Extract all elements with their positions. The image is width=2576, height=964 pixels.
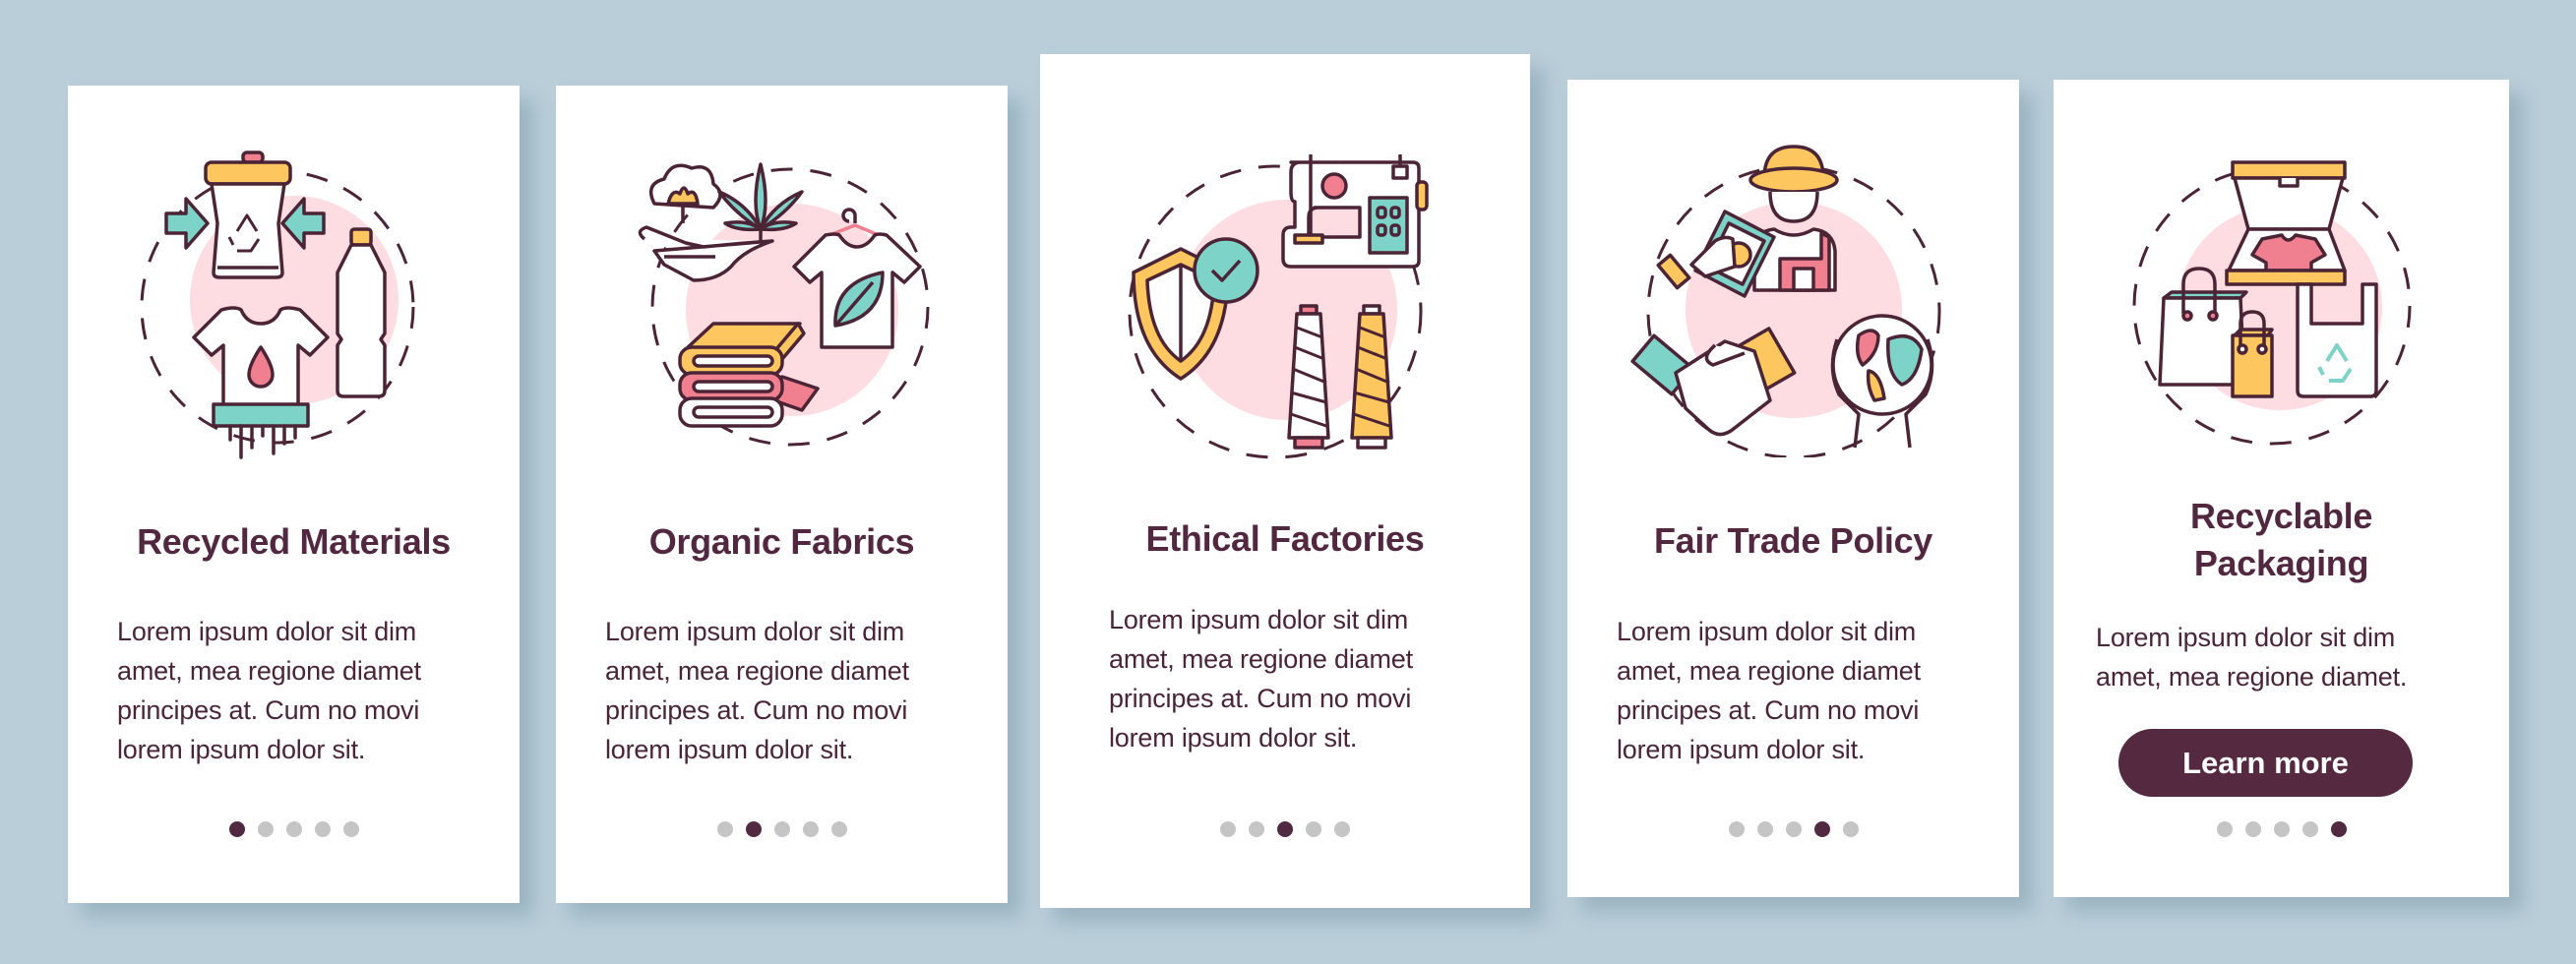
cotton-flower-icon <box>648 163 722 223</box>
page-dot-5[interactable] <box>2330 821 2347 837</box>
page-dot-1[interactable] <box>716 821 733 837</box>
page-dot-4[interactable] <box>802 821 819 837</box>
pagination-dots <box>1040 821 1530 837</box>
card-title: Recycled Materials <box>137 521 451 562</box>
thread-spool-white-icon <box>1287 304 1330 450</box>
ethical-factories-illustration <box>1040 143 1530 467</box>
card-title: Recyclable Packaging <box>2189 496 2373 583</box>
page-dot-4[interactable] <box>314 821 331 837</box>
page-dot-5[interactable] <box>1842 821 1859 837</box>
pagination-dots <box>556 821 1008 837</box>
recyclable-packaging-svg <box>2132 160 2411 446</box>
card-description: Lorem ipsum dolor sit dim amet, mea regi… <box>1109 605 1413 753</box>
recyclable-packaging-illustration <box>2054 158 2509 453</box>
onboarding-card-organic-fabrics: Organic Fabrics Lorem ipsum dolor sit di… <box>556 86 1008 903</box>
organic-fabrics-svg <box>638 162 929 447</box>
card-title: Ethical Factories <box>1145 518 1425 559</box>
card-title: Fair Trade Policy <box>1653 520 1933 561</box>
handshake-icon <box>1629 327 1796 437</box>
recycled-materials-svg <box>140 151 414 459</box>
fair-trade-svg <box>1629 145 1940 457</box>
page-dot-3[interactable] <box>1277 821 1293 837</box>
thread-spool-yellow-icon <box>1350 304 1393 450</box>
recycle-bin-icon <box>203 151 292 279</box>
card-description: Lorem ipsum dolor sit dim amet, mea regi… <box>117 617 421 764</box>
sewing-machine-icon <box>1281 154 1429 269</box>
page-dot-2[interactable] <box>2244 821 2261 837</box>
page-dot-2[interactable] <box>257 821 274 837</box>
organic-fabrics-illustration <box>556 145 1008 459</box>
page-dot-2[interactable] <box>745 821 762 837</box>
page-dot-3[interactable] <box>773 821 790 837</box>
page-dot-3[interactable] <box>2273 821 2290 837</box>
onboarding-card-fair-trade: Fair Trade Policy Lorem ipsum dolor sit … <box>1567 80 2019 897</box>
page-dot-2[interactable] <box>1756 821 1773 837</box>
card-description: Lorem ipsum dolor sit dim amet, mea regi… <box>605 617 909 764</box>
page-dot-1[interactable] <box>1220 821 1236 837</box>
page-dot-5[interactable] <box>1334 821 1350 837</box>
page-dot-4[interactable] <box>1813 821 1830 837</box>
learn-more-button[interactable]: Learn more <box>2118 729 2413 797</box>
page-dot-2[interactable] <box>1249 821 1264 837</box>
compress-arrow-left-icon <box>163 197 210 250</box>
page-dot-4[interactable] <box>2301 821 2318 837</box>
pagination-dots <box>2054 821 2509 837</box>
page-dot-1[interactable] <box>228 821 245 837</box>
onboarding-card-ethical-factories: Ethical Factories Lorem ipsum dolor sit … <box>1040 54 1530 908</box>
page-dot-5[interactable] <box>830 821 847 837</box>
page-dot-1[interactable] <box>2216 821 2233 837</box>
pagination-dots <box>68 821 520 837</box>
ethical-factories-svg <box>1128 154 1429 459</box>
page-dot-5[interactable] <box>342 821 359 837</box>
pagination-dots <box>1567 821 2019 837</box>
onboarding-card-recycled-materials: Recycled Materials Lorem ipsum dolor sit… <box>68 86 520 903</box>
fair-trade-illustration <box>1567 143 2019 457</box>
checkmark-badge-icon <box>1193 237 1259 304</box>
page-dot-1[interactable] <box>1728 821 1745 837</box>
page-dot-3[interactable] <box>285 821 302 837</box>
card-description: Lorem ipsum dolor sit dim amet, mea regi… <box>1617 617 1921 764</box>
recycled-materials-illustration <box>68 145 520 469</box>
page-dot-4[interactable] <box>1306 821 1321 837</box>
card-title: Organic Fabrics <box>648 521 915 562</box>
card-description: Lorem ipsum dolor sit dim amet, mea regi… <box>2096 623 2408 692</box>
page-dot-3[interactable] <box>1785 821 1802 837</box>
onboarding-card-recyclable-packaging: Recyclable Packaging Lorem ipsum dolor s… <box>2054 80 2509 897</box>
